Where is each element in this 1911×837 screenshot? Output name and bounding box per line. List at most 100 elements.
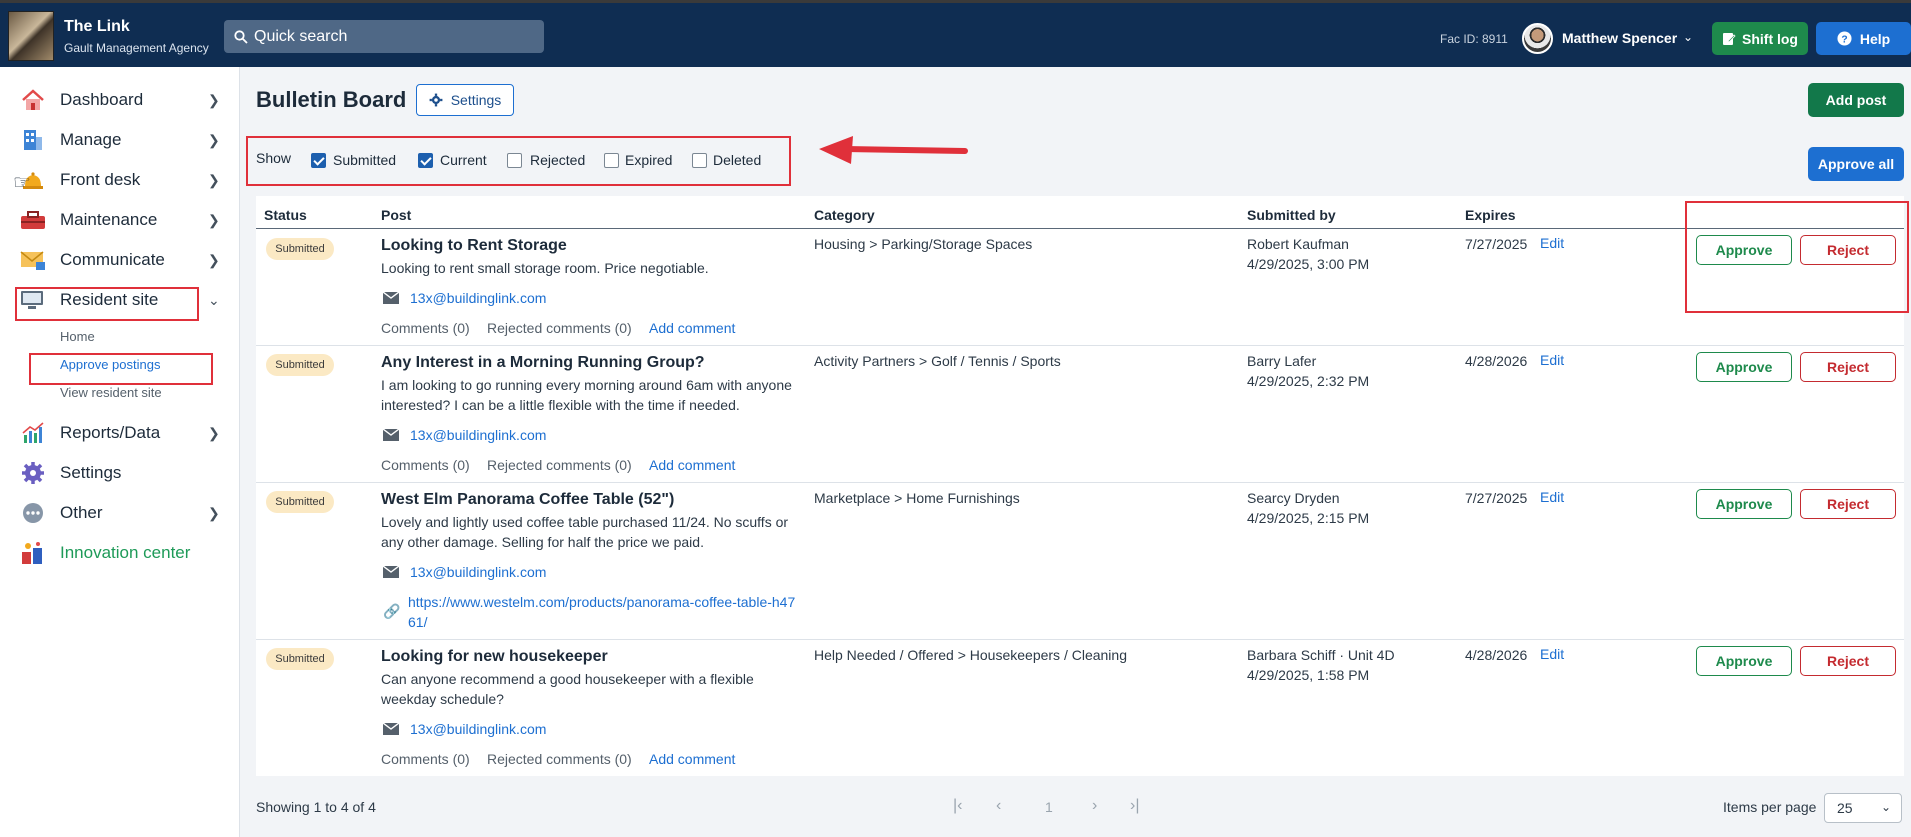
sidebar-item-front-desk[interactable]: Front desk ❯ [0, 160, 240, 200]
add-post-button[interactable]: Add post [1808, 83, 1904, 117]
sidebar-item-innovation-center[interactable]: Innovation center [0, 533, 240, 573]
post-title[interactable]: Any Interest in a Morning Running Group? [381, 354, 705, 372]
sidebar-item-label: Front desk [60, 170, 141, 189]
pagination-summary: Showing 1 to 4 of 4 [256, 799, 376, 815]
envelope-icon [20, 247, 46, 273]
sidebar-item-other[interactable]: Other ❯ [0, 493, 240, 533]
row-divider [256, 482, 1904, 483]
rejected-comments-link[interactable]: Rejected comments (0) [487, 320, 632, 336]
post-email-link[interactable]: 13x@buildinglink.com [410, 564, 546, 580]
avatar[interactable] [1522, 23, 1553, 54]
status-badge: Submitted [266, 491, 334, 513]
sidebar-item-settings[interactable]: Settings [0, 453, 240, 493]
sidebar-item-communicate[interactable]: Communicate ❯ [0, 240, 240, 280]
column-header-status: Status [264, 207, 307, 223]
rejected-comments-link[interactable]: Rejected comments (0) [487, 751, 632, 767]
row-divider [256, 345, 1904, 346]
settings-button[interactable]: Settings [416, 84, 514, 116]
add-comment-link[interactable]: Add comment [649, 457, 735, 473]
reject-button[interactable]: Reject [1800, 235, 1896, 265]
post-external-link[interactable]: https://www.westelm.com/products/panoram… [408, 592, 798, 632]
expires-date: 7/27/2025 [1465, 236, 1528, 252]
first-page-icon[interactable]: |‹ [953, 797, 962, 815]
annotation-box-approve-postings [29, 353, 213, 385]
sidebar-item-reports[interactable]: Reports/Data ❯ [0, 413, 240, 453]
next-page-icon[interactable]: › [1092, 797, 1097, 815]
last-page-icon[interactable]: ›| [1130, 797, 1139, 815]
sidebar-item-label: Maintenance [60, 210, 158, 229]
sidebar-item-label: Other [60, 503, 103, 522]
page-title: Bulletin Board [256, 87, 407, 112]
sidebar-item-label: Settings [60, 463, 122, 482]
chevron-right-icon: ❯ [208, 131, 220, 148]
quick-search-input[interactable]: Quick search [224, 20, 544, 53]
column-header-category: Category [814, 207, 875, 223]
previous-page-icon[interactable]: ‹ [996, 797, 1001, 815]
status-badge: Submitted [266, 354, 334, 376]
approve-button[interactable]: Approve [1696, 352, 1792, 382]
shift-log-button[interactable]: Shift log [1712, 22, 1808, 55]
comments-link[interactable]: Comments (0) [381, 457, 470, 473]
post-title[interactable]: West Elm Panorama Coffee Table (52") [381, 491, 674, 509]
comments-link[interactable]: Comments (0) [381, 751, 470, 767]
expires-date: 4/28/2026 [1465, 353, 1528, 369]
comments-link[interactable]: Comments (0) [381, 320, 470, 336]
brand-title: The Link [64, 18, 130, 35]
user-name[interactable]: Matthew Spencer [1562, 30, 1677, 46]
help-label: Help [1859, 30, 1891, 47]
post-body: Looking to rent small storage room. Pric… [381, 260, 709, 276]
post-body: Can anyone recommend a good housekeeper … [381, 671, 754, 707]
brand-logo[interactable] [8, 11, 54, 61]
search-placeholder: Quick search [254, 27, 348, 45]
reject-button[interactable]: Reject [1800, 489, 1896, 519]
post-category: Marketplace > Home Furnishings [814, 490, 1020, 506]
reject-button[interactable]: Reject [1800, 646, 1896, 676]
edit-expires-link[interactable]: Edit [1540, 646, 1564, 662]
sub-item-home[interactable]: Home [60, 329, 95, 344]
status-badge: Submitted [266, 648, 334, 670]
sidebar: Dashboard ❯ Manage ❯ Front desk ❯ Mainte… [0, 67, 240, 837]
sidebar-item-maintenance[interactable]: Maintenance ❯ [0, 200, 240, 240]
edit-expires-link[interactable]: Edit [1540, 235, 1564, 251]
post-email-link[interactable]: 13x@buildinglink.com [410, 721, 546, 737]
notebook-icon [1723, 32, 1736, 45]
column-header-submitted-by: Submitted by [1247, 207, 1336, 223]
annotation-box-filters [246, 136, 791, 186]
post-category: Activity Partners > Golf / Tennis / Spor… [814, 353, 1061, 369]
add-comment-link[interactable]: Add comment [649, 320, 735, 336]
post-email-link[interactable]: 13x@buildinglink.com [410, 290, 546, 306]
sidebar-item-label: Dashboard [60, 90, 144, 109]
rejected-comments-link[interactable]: Rejected comments (0) [487, 457, 632, 473]
svg-text:?: ? [1841, 34, 1847, 45]
approve-button[interactable]: Approve [1696, 489, 1792, 519]
help-button[interactable]: ? Help [1816, 22, 1911, 55]
approve-button[interactable]: Approve [1696, 235, 1792, 265]
post-title[interactable]: Looking to Rent Storage [381, 237, 567, 255]
sub-item-view-resident-site[interactable]: View resident site [60, 385, 162, 400]
chevron-right-icon: ❯ [208, 504, 220, 521]
chevron-down-icon[interactable]: ⌄ [1683, 30, 1693, 44]
add-comment-link[interactable]: Add comment [649, 751, 735, 767]
sidebar-item-dashboard[interactable]: Dashboard ❯ [0, 80, 240, 120]
items-per-page-value: 25 [1837, 800, 1853, 816]
expires-date: 7/27/2025 [1465, 490, 1528, 506]
building-icon [20, 127, 46, 153]
status-badge: Submitted [266, 238, 334, 260]
sidebar-item-manage[interactable]: Manage ❯ [0, 120, 240, 160]
post-email-link[interactable]: 13x@buildinglink.com [410, 427, 546, 443]
chart-icon [20, 420, 46, 446]
edit-expires-link[interactable]: Edit [1540, 489, 1564, 505]
reject-button[interactable]: Reject [1800, 352, 1896, 382]
sidebar-item-label: Communicate [60, 250, 165, 269]
post-body: Lovely and lightly used coffee table pur… [381, 514, 789, 550]
post-category: Housing > Parking/Storage Spaces [814, 236, 1033, 252]
house-icon [20, 87, 46, 113]
approve-button[interactable]: Approve [1696, 646, 1792, 676]
items-per-page-select[interactable]: 25 ⌄ [1824, 793, 1902, 823]
annotation-arrow-left [819, 136, 968, 164]
approve-all-button[interactable]: Approve all [1808, 147, 1904, 181]
submitted-by: Barbara Schiff · Unit 4D [1247, 647, 1395, 663]
post-title[interactable]: Looking for new housekeeper [381, 648, 608, 666]
page-number[interactable]: 1 [1045, 799, 1053, 815]
edit-expires-link[interactable]: Edit [1540, 352, 1564, 368]
